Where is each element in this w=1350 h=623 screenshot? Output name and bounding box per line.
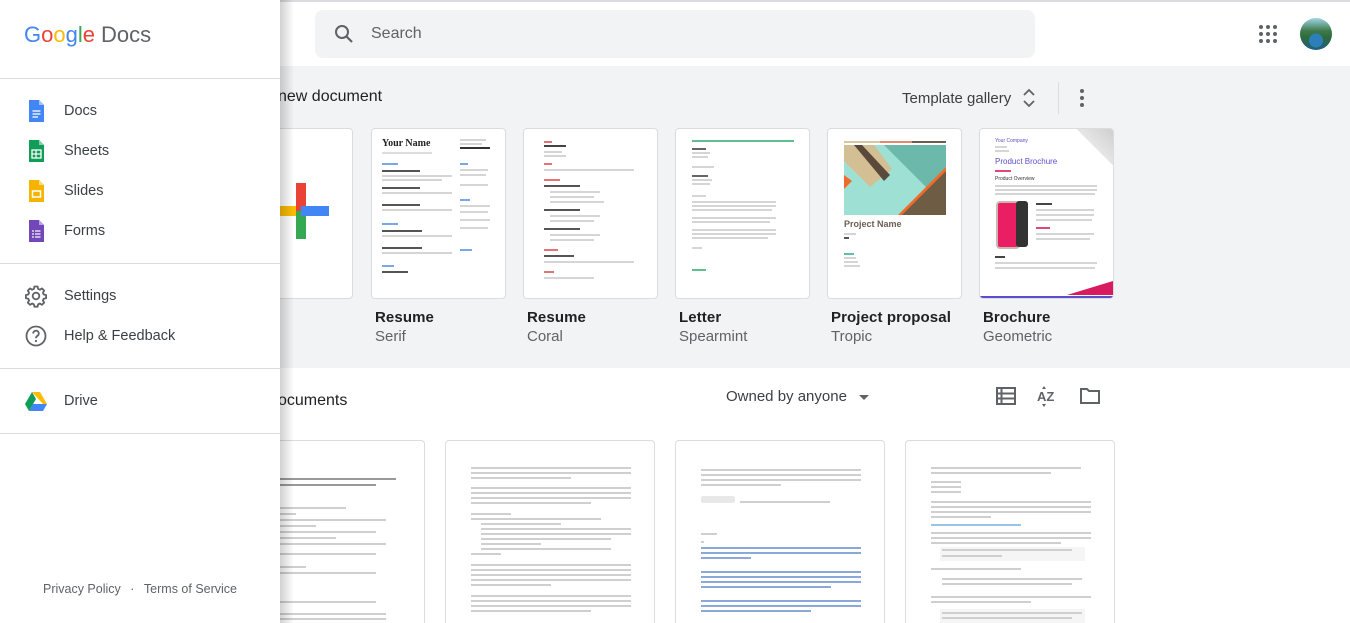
divider	[0, 78, 280, 79]
logo-letter: e	[82, 22, 96, 47]
drawer-shadow	[280, 0, 294, 623]
drawer-item-label: Docs	[64, 103, 98, 119]
caret-down-icon	[858, 395, 869, 400]
template-gallery-button[interactable]: Template gallery	[902, 88, 1037, 108]
search-bar[interactable]	[315, 10, 1035, 58]
divider	[0, 433, 280, 434]
thumb-heading: Your Name	[382, 138, 431, 149]
template-letter-spearmint[interactable]	[675, 128, 810, 299]
list-view-icon[interactable]	[994, 384, 1018, 408]
drive-icon	[25, 392, 47, 411]
recent-doc-card[interactable]	[445, 440, 655, 623]
drawer-item-label: Forms	[64, 223, 106, 239]
logo-product-name: Docs	[101, 22, 152, 47]
drawer-item-forms[interactable]: Forms	[0, 211, 280, 251]
drawer-item-label: Slides	[64, 183, 104, 199]
recent-doc-card[interactable]	[675, 440, 885, 623]
search-icon[interactable]	[332, 22, 356, 46]
thumb-company: Your Company	[995, 138, 1028, 144]
svg-text:AZ: AZ	[1037, 389, 1054, 404]
logo-letter: o	[53, 22, 66, 47]
template-name: Resume	[527, 309, 586, 326]
recent-doc-card[interactable]	[905, 440, 1115, 623]
google-apps-icon[interactable]	[1256, 22, 1280, 46]
template-brochure-geometric[interactable]: Your Company Product Brochure Product Ov…	[979, 128, 1114, 299]
divider	[1058, 82, 1059, 114]
navigation-drawer: Google Docs Docs Sheets Slides Forms Sett…	[0, 0, 280, 623]
drawer-item-label: Drive	[64, 393, 98, 409]
thumb-heading: Product Brochure	[995, 157, 1058, 166]
template-name: Resume	[375, 309, 434, 326]
search-input[interactable]	[371, 25, 971, 43]
footer-separator: ·	[130, 582, 135, 596]
drawer-footer: Privacy Policy · Terms of Service	[0, 582, 280, 596]
divider	[0, 368, 280, 369]
terms-of-service-link[interactable]: Terms of Service	[144, 582, 237, 596]
sort-az-icon[interactable]: AZ	[1036, 384, 1060, 408]
unfold-icon	[1023, 88, 1035, 108]
google-docs-logo[interactable]: Google Docs	[24, 22, 151, 48]
folder-icon[interactable]	[1078, 384, 1102, 408]
account-avatar[interactable]	[1300, 18, 1332, 50]
drawer-item-docs[interactable]: Docs	[0, 91, 280, 131]
more-options-icon[interactable]	[1074, 86, 1090, 110]
logo-letter: o	[41, 22, 54, 47]
docs-icon	[29, 100, 44, 122]
template-name: Letter	[679, 309, 722, 326]
drawer-item-settings[interactable]: Settings	[0, 276, 280, 316]
forms-icon	[29, 220, 44, 242]
privacy-policy-link[interactable]: Privacy Policy	[43, 582, 121, 596]
drawer-item-slides[interactable]: Slides	[0, 171, 280, 211]
drawer-item-label: Help & Feedback	[64, 328, 176, 344]
owner-filter-dropdown[interactable]: Owned by anyone	[726, 388, 869, 405]
template-style: Geometric	[983, 328, 1053, 345]
template-style: Coral	[527, 328, 563, 345]
template-project-proposal-tropic[interactable]: Project Name	[827, 128, 962, 299]
template-resume-serif[interactable]: Your Name	[371, 128, 506, 299]
template-style: Tropic	[831, 328, 873, 345]
gear-icon	[25, 285, 47, 308]
logo-letter: G	[24, 22, 42, 47]
thumb-heading: Project Name	[844, 219, 902, 229]
template-name: Project proposal	[831, 309, 951, 326]
drawer-item-help[interactable]: Help & Feedback	[0, 316, 280, 356]
help-icon	[25, 325, 47, 347]
logo-letter: g	[65, 22, 78, 47]
divider	[0, 263, 280, 264]
drawer-item-label: Sheets	[64, 143, 110, 159]
tropic-cover-art	[844, 141, 946, 215]
drawer-item-sheets[interactable]: Sheets	[0, 131, 280, 171]
slides-icon	[29, 180, 44, 202]
thumb-subheading: Product Overview	[995, 176, 1035, 182]
sheets-icon	[29, 140, 44, 162]
google-docs-home: new document Template gallery Your Name	[0, 0, 1350, 623]
template-resume-coral[interactable]	[523, 128, 658, 299]
template-style: Spearmint	[679, 328, 748, 345]
owner-filter-label: Owned by anyone	[726, 388, 847, 405]
drawer-item-drive[interactable]: Drive	[0, 381, 280, 421]
drawer-item-label: Settings	[64, 288, 117, 304]
template-name: Brochure	[983, 309, 1051, 326]
template-gallery-label: Template gallery	[902, 89, 1012, 107]
template-style: Serif	[375, 328, 406, 345]
